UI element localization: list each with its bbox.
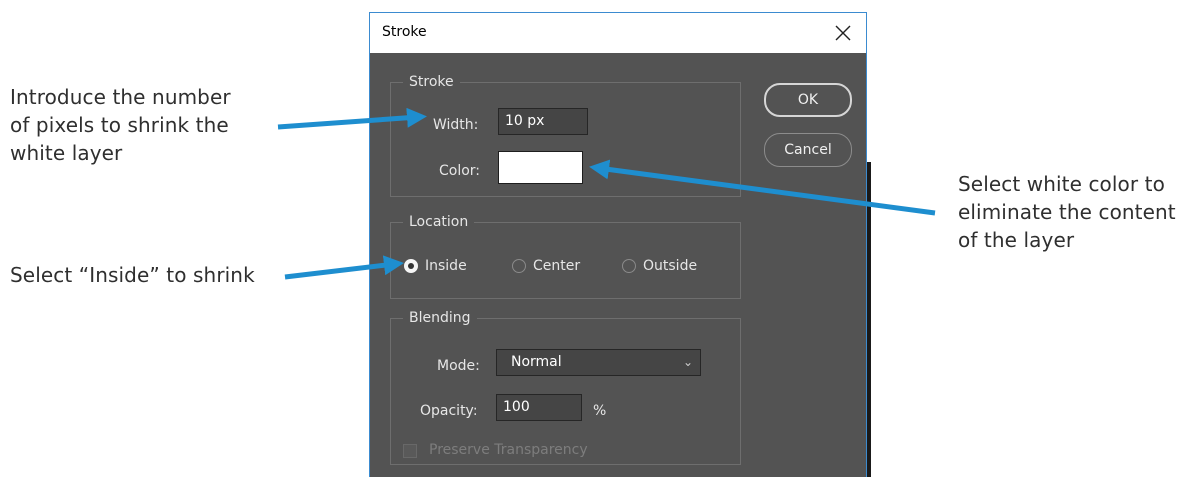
opacity-label: Opacity: (420, 403, 478, 419)
close-button[interactable] (820, 13, 866, 53)
width-annotation-line-3: white layer (10, 141, 123, 165)
radio-outside-label: Outside (643, 258, 698, 274)
location-group-legend: Location (403, 212, 475, 232)
radio-inside-label: Inside (425, 258, 467, 274)
mode-select[interactable]: Normal ⌄ (496, 349, 701, 376)
color-annotation-line-1: Select white color to (958, 172, 1165, 196)
inside-annotation-line: Select “Inside” to shrink (10, 263, 255, 287)
radio-center[interactable]: Center (512, 258, 580, 274)
width-annotation: Introduce the number of pixels to shrink… (10, 83, 270, 167)
color-swatch[interactable] (498, 151, 583, 184)
color-annotation-line-3: of the layer (958, 228, 1075, 252)
mode-select-value: Normal (511, 354, 562, 370)
radio-center-label: Center (533, 258, 581, 274)
width-input[interactable]: 10 px (498, 108, 588, 135)
opacity-unit: % (593, 403, 607, 419)
dialog-shadow-edge (867, 162, 871, 477)
radio-inside-indicator[interactable] (404, 259, 418, 273)
color-annotation: Select white color to eliminate the cont… (958, 170, 1196, 254)
radio-inside[interactable]: Inside (404, 258, 467, 274)
mode-label: Mode: (437, 358, 480, 374)
close-icon (835, 25, 851, 41)
radio-outside-indicator[interactable] (622, 259, 636, 273)
color-annotation-line-2: eliminate the content (958, 200, 1176, 224)
dialog-title: Stroke (382, 24, 427, 40)
page: Introduce the number of pixels to shrink… (0, 0, 1196, 477)
blending-group: Blending Mode: Normal ⌄ Opacity: 100 % P… (390, 308, 741, 465)
dialog-titlebar[interactable]: Stroke (370, 13, 866, 53)
ok-button[interactable]: OK (764, 83, 852, 117)
width-annotation-line-1: Introduce the number (10, 85, 231, 109)
cancel-button[interactable]: Cancel (764, 133, 852, 167)
preserve-transparency-label: Preserve Transparency (429, 442, 588, 458)
width-annotation-line-2: of pixels to shrink the (10, 113, 229, 137)
blending-group-legend: Blending (403, 308, 477, 328)
chevron-down-icon: ⌄ (682, 355, 693, 369)
stroke-dialog: Stroke Stroke Width: 10 px Color: Locati… (369, 12, 867, 477)
radio-center-indicator[interactable] (512, 259, 526, 273)
location-group: Location Inside Center Outside (390, 212, 741, 299)
radio-outside[interactable]: Outside (622, 258, 697, 274)
stroke-group-legend: Stroke (403, 72, 460, 92)
stroke-group: Stroke Width: 10 px Color: (390, 72, 741, 197)
preserve-transparency-checkbox[interactable] (403, 444, 417, 458)
width-label: Width: (433, 117, 479, 133)
opacity-input[interactable]: 100 (496, 394, 582, 421)
color-label: Color: (439, 163, 481, 179)
inside-annotation: Select “Inside” to shrink (10, 261, 290, 289)
